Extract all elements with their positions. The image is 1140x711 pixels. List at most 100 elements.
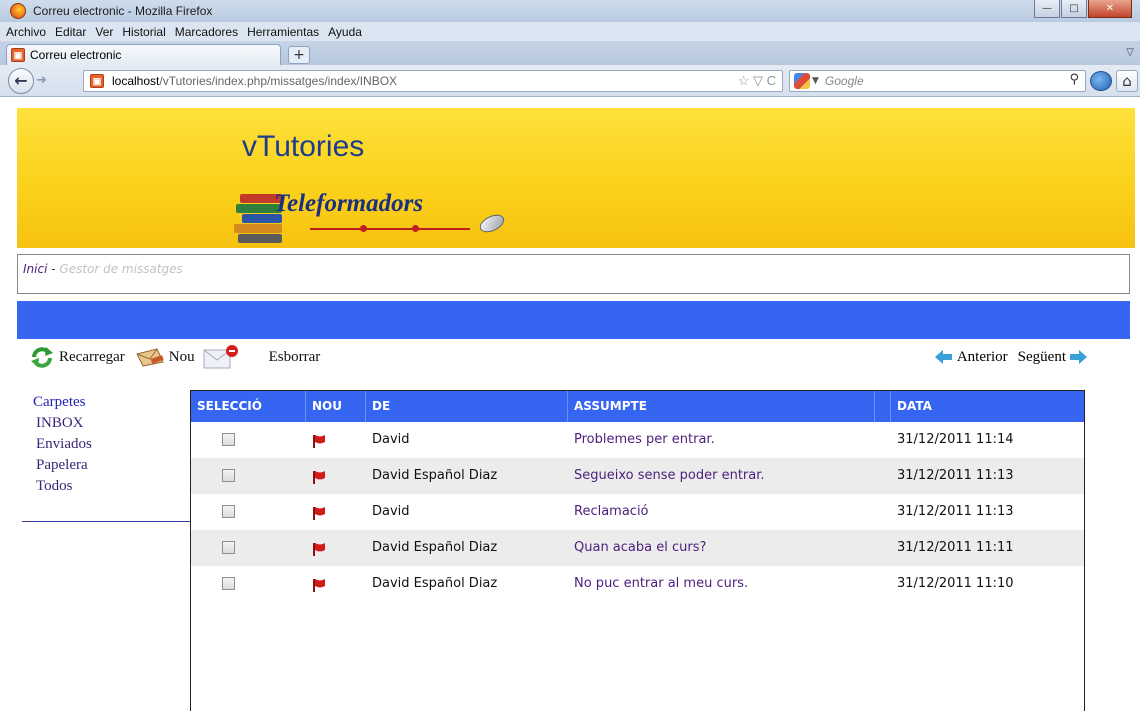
message-subject-link[interactable]: Problemes per entrar. [568,422,715,458]
previous-label: Anterior [956,348,1008,365]
previous-page-button[interactable]: Anterior [934,348,1008,366]
reload-icon [31,347,53,368]
breadcrumb: Inici - Gestor de missatges [17,254,1130,294]
new-flag-icon [313,507,325,520]
message-table: SELECCIÓ NOU DE ASSUMPTE DATA David Prob… [190,390,1085,711]
tab-correu-electronic[interactable]: ▣ Correu electronic [6,44,281,65]
message-date: 31/12/2011 11:13 [897,504,1014,519]
new-flag-icon [313,543,325,556]
next-page-button[interactable]: Següent [1018,349,1087,366]
select-checkbox[interactable] [222,469,235,482]
message-date: 31/12/2011 11:14 [897,432,1014,447]
delete-button[interactable]: Esborrar [269,349,321,366]
sidebar-item-enviados[interactable]: Enviados [22,434,190,455]
message-subject-link[interactable]: Reclamació [568,494,649,530]
message-sender: David [372,504,410,519]
message-sender: David Español Diaz [372,468,498,483]
computer-mouse-icon [477,211,507,236]
select-checkbox[interactable] [222,433,235,446]
left-arrow-icon [934,350,952,364]
select-checkbox[interactable] [222,505,235,518]
message-sender: David Español Diaz [372,540,498,555]
right-arrow-icon [1070,350,1087,364]
message-subject-link[interactable]: Quan acaba el curs? [568,530,706,566]
window-titlebar: Correu electronic - Mozilla Firefox — □ … [0,0,1140,22]
tab-list-chevron-icon[interactable]: ▽ [1126,47,1134,58]
new-message-icon [136,348,164,367]
bookmark-star-icon[interactable]: ☆ ▽ C [738,73,776,89]
message-sender: David Español Diaz [372,576,498,591]
menu-marcadores[interactable]: Marcadores [175,25,238,39]
sidebar-item-inbox[interactable]: INBOX [22,413,190,434]
new-message-button[interactable]: Nou [135,344,259,370]
search-engine-chevron-icon[interactable]: ▼ [812,76,819,86]
url-path: /vTutories/index.php/missatges/index/INB… [159,74,398,88]
navigation-bar: ← ➜ ▣ localhost/vTutories/index.php/miss… [0,65,1140,97]
menu-historial[interactable]: Historial [122,25,165,39]
new-flag-icon [313,471,325,484]
header-bar [17,301,1130,339]
message-subject-link[interactable]: Segueixo sense poder entrar. [568,458,765,494]
logo-dot [412,225,419,232]
window-title: Correu electronic - Mozilla Firefox [33,4,213,18]
message-date: 31/12/2011 11:10 [897,576,1014,591]
site-favicon-icon: ▣ [11,48,25,62]
home-icon[interactable]: ⌂ [1116,70,1138,92]
table-header: SELECCIÓ NOU DE ASSUMPTE DATA [191,391,1084,422]
minimize-icon[interactable]: — [1034,0,1060,18]
pagination: Anterior Següent [934,344,1087,370]
back-arrow-icon[interactable]: ← [8,68,34,94]
message-sender: David [372,432,410,447]
column-header-spacer [875,391,891,422]
maximize-icon[interactable]: □ [1061,0,1087,18]
menu-ayuda[interactable]: Ayuda [328,25,362,39]
site-logo-subtitle: Teleformadors [274,190,424,217]
menu-archivo[interactable]: Archivo [6,25,46,39]
table-row[interactable]: David Problemes per entrar. 31/12/2011 1… [191,422,1084,458]
search-placeholder: Google [824,74,864,88]
new-flag-icon [313,435,325,448]
reload-label: Recarregar [59,348,125,365]
google-icon[interactable] [794,73,810,89]
message-subject-link[interactable]: No puc entrar al meu curs. [568,566,748,602]
message-date: 31/12/2011 11:13 [897,468,1014,483]
address-bar[interactable]: ▣ localhost/vTutories/index.php/missatge… [83,70,783,92]
menubar: Archivo Editar Ver Historial Marcadores … [0,22,1140,41]
mail-toolbar: Recarregar Nou Esborrar [30,344,330,370]
search-icon[interactable]: ⚲ [1069,72,1079,87]
site-favicon-icon: ▣ [90,74,104,88]
table-row[interactable]: David Reclamació 31/12/2011 11:13 [191,494,1084,530]
delete-label: Esborrar [268,348,321,365]
search-bar[interactable]: ▼ Google ⚲ [789,70,1086,92]
new-flag-icon [313,579,325,592]
sidebar-item-papelera[interactable]: Papelera [22,455,190,476]
column-header-seleccio[interactable]: SELECCIÓ [191,391,306,422]
forward-arrow-icon[interactable]: ➜ [36,73,47,88]
table-row[interactable]: David Español Diaz No puc entrar al meu … [191,566,1084,602]
tab-label: Correu electronic [30,48,122,62]
column-header-assumpte[interactable]: ASSUMPTE [568,391,875,422]
new-tab-button[interactable]: + [288,46,310,64]
select-checkbox[interactable] [222,577,235,590]
breadcrumb-home-link[interactable]: Inici [23,262,47,276]
column-header-nou[interactable]: NOU [306,391,366,422]
select-checkbox[interactable] [222,541,235,554]
table-row[interactable]: David Español Diaz Quan acaba el curs? 3… [191,530,1084,566]
url-host: localhost [112,74,160,88]
breadcrumb-separator: - [47,262,60,276]
close-icon[interactable]: ✕ [1088,0,1132,18]
site-banner: vTutories Teleformadors [17,108,1135,248]
logo-underline [310,228,470,230]
delete-message-icon[interactable] [201,344,239,370]
menu-herramientas[interactable]: Herramientas [247,25,319,39]
sidebar-item-todos[interactable]: Todos [22,476,190,497]
column-header-de[interactable]: DE [366,391,568,422]
menu-ver[interactable]: Ver [95,25,113,39]
column-header-data[interactable]: DATA [891,391,1084,422]
window-controls: — □ ✕ [1034,0,1132,18]
table-row[interactable]: David Español Diaz Segueixo sense poder … [191,458,1084,494]
breadcrumb-current: Gestor de missatges [59,262,183,276]
addon-globe-icon[interactable] [1090,71,1112,91]
reload-button[interactable]: Recarregar [30,346,125,368]
menu-editar[interactable]: Editar [55,25,86,39]
